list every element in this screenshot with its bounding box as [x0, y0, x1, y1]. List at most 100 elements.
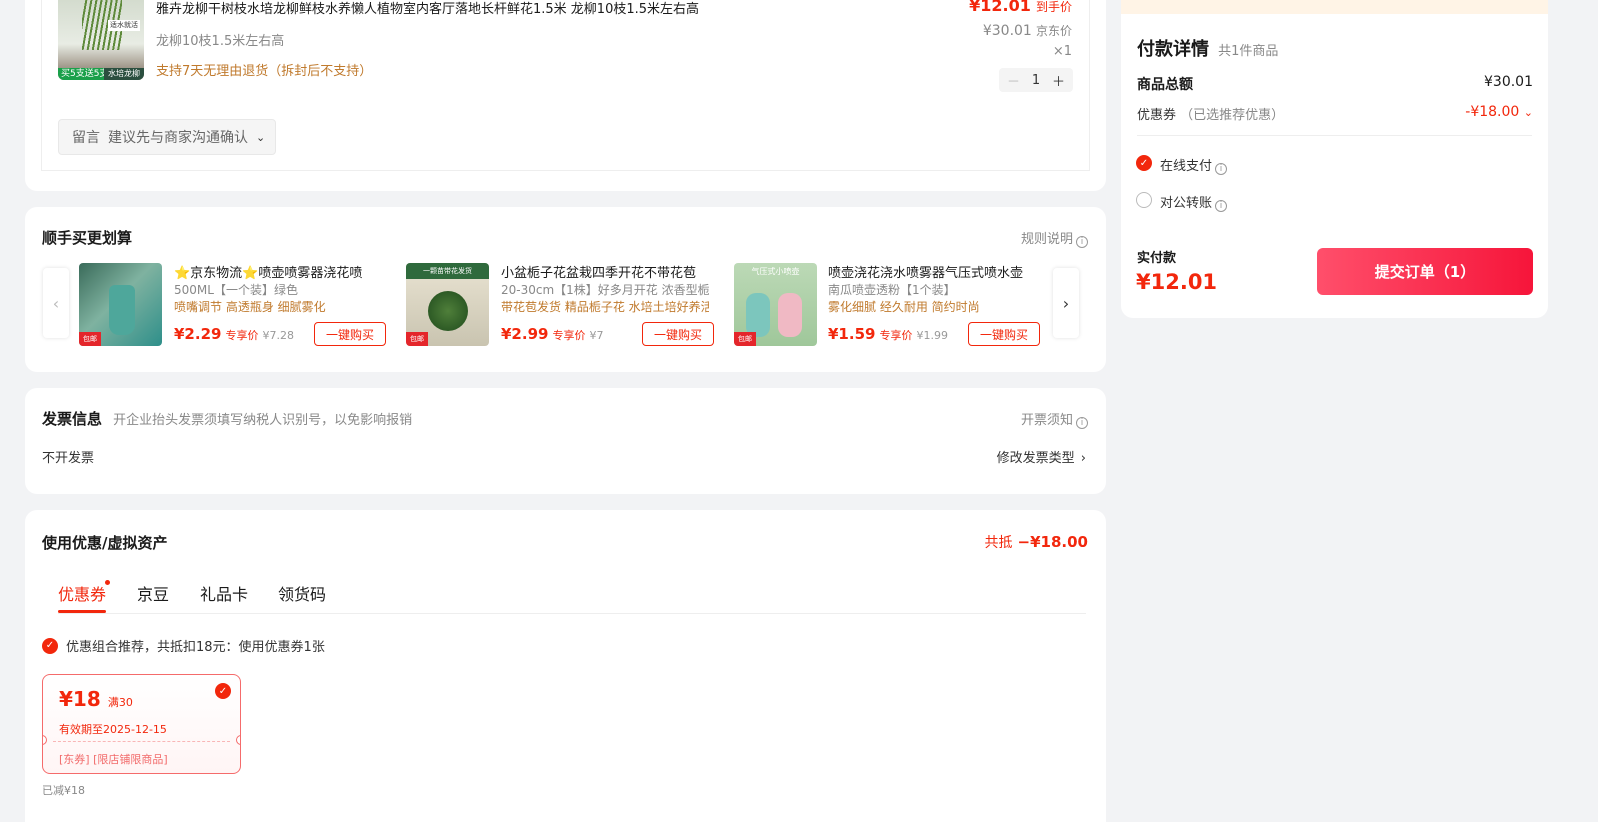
rec-orig-price: ¥1.99: [916, 329, 948, 342]
image-type-tag: 水培龙柳: [104, 68, 144, 80]
rec-item-title[interactable]: 小盆栀子花盆栽四季开花不带花苞: [501, 262, 709, 281]
rec-badge: 包邮: [79, 332, 101, 346]
invoice-change-label: 修改发票类型: [996, 451, 1075, 466]
note-placeholder: 建议先与商家沟通确认: [108, 130, 248, 146]
rec-item-price: ¥2.99 专享价 ¥7: [501, 325, 603, 343]
goods-total-label: 商品总额: [1137, 77, 1193, 93]
invoice-notice-label: 开票须知: [1020, 413, 1073, 428]
rec-price-value: ¥1.59: [828, 325, 876, 343]
rec-price-label: 专享价: [552, 329, 586, 342]
rec-price-label: 专享价: [225, 329, 259, 342]
rec-price-value: ¥2.29: [174, 325, 222, 343]
discount-card: [25, 510, 1106, 822]
payment-coupon-note: （已选推荐优惠）: [1180, 108, 1285, 123]
coupon-amount-row: ¥18 满30: [59, 687, 133, 711]
rec-item-price: ¥2.29 专享价 ¥7.28: [174, 325, 294, 343]
rec-image-banner: 一颗苗带花发货: [406, 263, 489, 279]
online-pay-text: 在线支付: [1160, 159, 1213, 174]
chevron-down-icon: ⌄: [256, 130, 266, 144]
note-label: 留言: [72, 130, 100, 146]
coupon-dashed-line: [53, 741, 230, 742]
online-pay-radio[interactable]: ✓: [1136, 155, 1152, 171]
submit-order-button[interactable]: 提交订单（1）: [1317, 248, 1533, 295]
discount-total-label: 共抵: [984, 535, 1013, 551]
corporate-label[interactable]: 对公转账 i: [1160, 192, 1228, 212]
rec-item-title[interactable]: ⭐京东物流⭐喷壶喷雾器浇花喷: [174, 262, 382, 281]
rec-orig-price: ¥7.28: [262, 329, 294, 342]
invoice-header: 发票信息 开企业抬头发票须填写纳税人识别号，以免影响报销: [42, 408, 412, 429]
tab-divider: [58, 613, 1086, 614]
spray-bottle-illustration: [109, 285, 135, 335]
discount-total: 共抵 −¥18.00: [984, 532, 1088, 552]
coupon-threshold: 满30: [107, 696, 133, 709]
invoice-title: 发票信息: [42, 410, 103, 428]
actual-pay-label: 实付款: [1137, 251, 1177, 266]
rec-item-image[interactable]: 包邮: [79, 263, 162, 346]
combo-recommend[interactable]: ✓ 优惠组合推荐，共抵扣18元：使用优惠券1张: [42, 636, 325, 655]
rec-item-sub: 南瓜喷壶透粉【1个装】: [828, 283, 956, 297]
rec-buy-button[interactable]: 一键购买: [642, 322, 714, 346]
jd-price-label: 京东价: [1035, 24, 1072, 38]
corporate-text: 对公转账: [1160, 196, 1213, 211]
rec-buy-button[interactable]: 一键购买: [968, 322, 1040, 346]
info-icon: i: [1076, 236, 1088, 248]
chevron-down-icon: ⌄: [1523, 106, 1533, 119]
qty-plus-button[interactable]: ＋: [1052, 71, 1065, 90]
rec-next-button[interactable]: ›: [1053, 268, 1079, 338]
note-field[interactable]: 留言 建议先与商家沟通确认 ⌄: [58, 119, 276, 155]
final-price-value: ¥12.01: [969, 0, 1031, 15]
payment-coupon-label: 优惠券: [1137, 108, 1177, 123]
rec-item-tags: 带花苞发货 精品栀子花 水培土培好养活: [501, 300, 709, 314]
rec-item-image[interactable]: 气压式小喷壶 包邮: [734, 263, 817, 346]
coupon-check-icon: ✓: [215, 683, 231, 699]
jd-price-value: ¥30.01: [982, 23, 1032, 39]
invoice-notice[interactable]: 开票须知 i: [1021, 409, 1088, 429]
image-label: 适水就活: [108, 20, 140, 31]
rec-prev-button[interactable]: ‹: [43, 268, 69, 338]
discount-total-value: −¥18.00: [1017, 533, 1088, 551]
rec-orig-price: ¥7: [589, 329, 604, 342]
final-price-label: 到手价: [1035, 0, 1072, 14]
tab-pickup-code[interactable]: 领货码: [278, 581, 326, 605]
rec-item-price: ¥1.59 专享价 ¥1.99: [828, 325, 948, 343]
rec-price-value: ¥2.99: [501, 325, 549, 343]
coupon-card[interactable]: ¥18 满30 ✓ 有效期至2025-12-15 [东券] [限店铺限商品]: [42, 674, 241, 774]
product-title[interactable]: 雅卉龙柳干树枝水培龙柳鲜枝水养懒人植物室内客厅落地长杆鲜花1.5米 龙柳10枝1…: [156, 0, 699, 17]
rec-buy-button[interactable]: 一键购买: [314, 322, 386, 346]
payment-header: 付款详情 共1件商品: [1137, 35, 1278, 61]
coupon-reduced: 已减¥18: [42, 784, 85, 797]
product-spec: 龙柳10枝1.5米左右高: [156, 34, 285, 49]
info-icon: i: [1215, 200, 1228, 212]
invoice-value: 不开发票: [42, 451, 95, 466]
tab-gift-card[interactable]: 礼品卡: [200, 581, 248, 605]
product-qty-text: ×1: [1052, 44, 1072, 59]
payment-coupon-value[interactable]: -¥18.00 ⌄: [1465, 104, 1533, 120]
corporate-radio[interactable]: [1136, 192, 1152, 208]
chevron-right-icon: ›: [1080, 451, 1086, 466]
quantity-stepper[interactable]: － 1 ＋: [999, 68, 1073, 92]
rec-badge: 包邮: [406, 332, 428, 346]
payment-divider: [1137, 135, 1532, 136]
online-pay-label[interactable]: 在线支付 i: [1160, 155, 1228, 175]
recommend-title: 顺手买更划算: [42, 229, 133, 247]
product-jd-price: ¥30.01 京东价: [983, 22, 1072, 39]
product-image[interactable]: 适水就活 买5支送5支 水培龙柳: [58, 0, 144, 80]
coupon-notch-right: [236, 735, 240, 745]
qty-value[interactable]: 1: [1032, 73, 1040, 88]
payment-title: 付款详情: [1137, 39, 1209, 60]
rec-item-tags: 雾化细腻 经久耐用 简约时尚: [828, 300, 980, 314]
info-icon: i: [1215, 163, 1228, 175]
tab-jd-beans[interactable]: 京豆: [137, 581, 169, 605]
tab-coupon[interactable]: 优惠券: [58, 580, 111, 605]
recommend-rules[interactable]: 规则说明 i: [1021, 228, 1088, 248]
coupon-scope: [东券] [限店铺限商品]: [59, 753, 168, 766]
coupon-amount: ¥18: [59, 687, 101, 711]
info-icon: i: [1076, 417, 1088, 429]
tab-coupon-label: 优惠券: [58, 585, 107, 604]
rec-item-image[interactable]: 一颗苗带花发货 包邮: [406, 263, 489, 346]
invoice-change-link[interactable]: 修改发票类型 ›: [997, 447, 1086, 466]
qty-minus-button[interactable]: －: [1007, 71, 1020, 90]
rec-item-title[interactable]: 喷壶浇花浇水喷雾器气压式喷水壶: [828, 262, 1036, 281]
invoice-hint: 开企业抬头发票须填写纳税人识别号，以免影响报销: [113, 413, 413, 428]
payment-coupon-amount: -¥18.00: [1465, 104, 1520, 120]
